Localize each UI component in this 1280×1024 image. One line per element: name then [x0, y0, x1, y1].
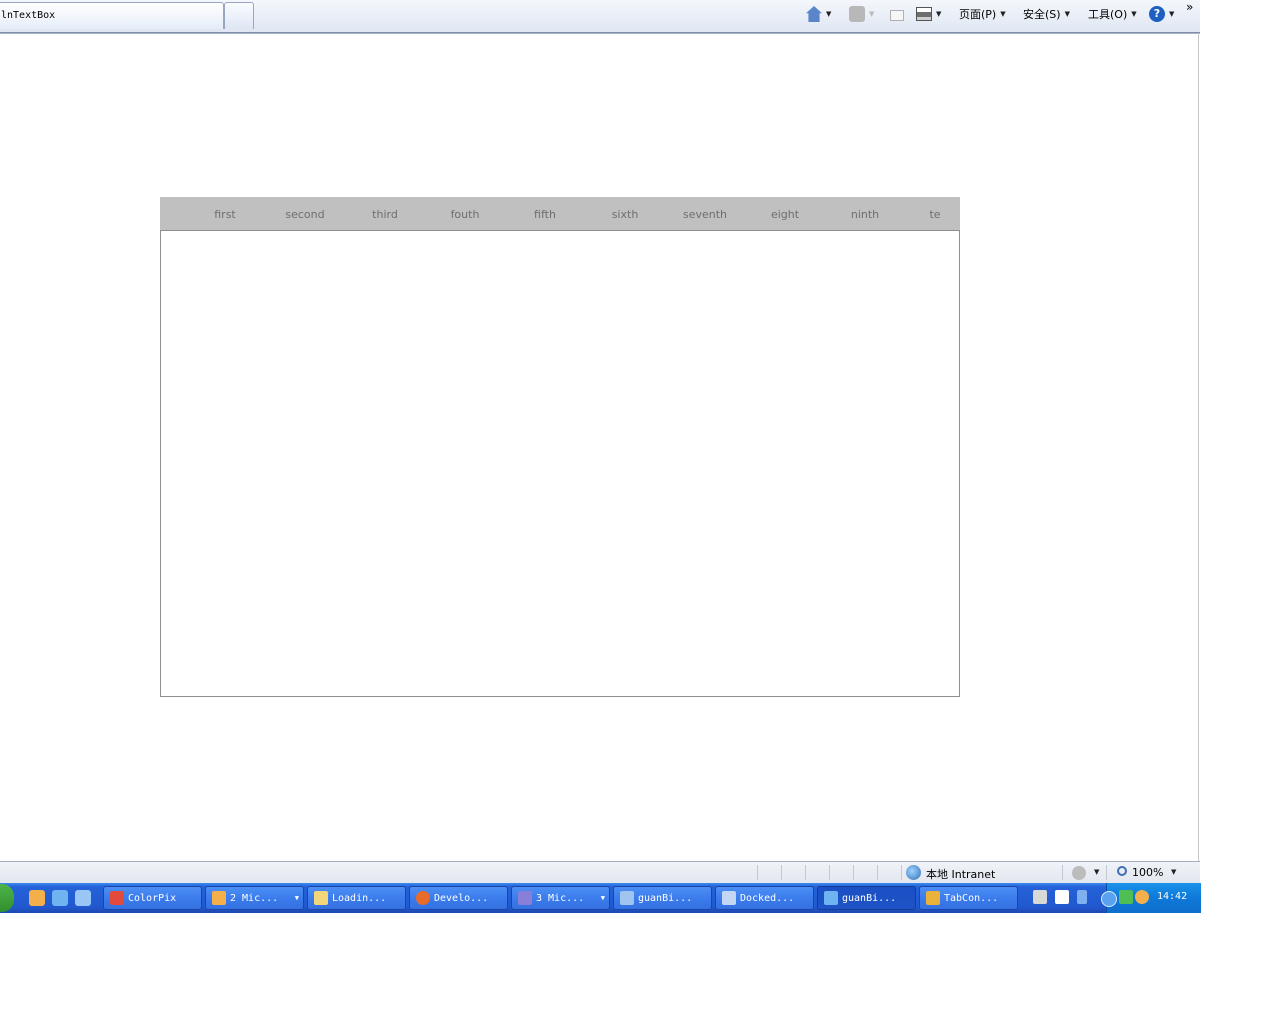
windows-taskbar: ColorPix 2 Mic... ▼ Loadin... Develo... … — [0, 883, 1201, 913]
status-divider — [877, 865, 878, 880]
chevron-left-icon[interactable] — [1101, 891, 1117, 907]
safety-menu[interactable]: 安全(S) ▼ — [1023, 5, 1070, 23]
intranet-zone-icon — [906, 865, 921, 880]
task-label: guanBi... — [638, 892, 693, 904]
protected-mode-icon[interactable] — [1072, 866, 1086, 880]
chevron-down-icon[interactable]: ▼ — [1094, 868, 1099, 876]
task-label: TabCon... — [944, 892, 999, 904]
internet-explorer-icon[interactable] — [52, 890, 68, 906]
status-divider — [829, 865, 830, 880]
firefox-icon — [416, 891, 430, 905]
messenger-icon[interactable] — [29, 890, 45, 906]
toolbar-divider — [0, 32, 1200, 33]
colorpix-icon — [110, 891, 124, 905]
tab-control: first second third fouth fifth sixth sev… — [160, 197, 960, 697]
task-label: Docked... — [740, 892, 795, 904]
tab-tenth-partial[interactable]: te — [895, 208, 960, 221]
status-divider — [805, 865, 806, 880]
page-scroll-edge — [1198, 33, 1199, 861]
chevron-down-icon: ▼ — [294, 894, 299, 902]
safety-menu-label: 安全(S) — [1023, 8, 1061, 21]
app-icon — [926, 891, 940, 905]
home-button[interactable]: ▼ — [806, 5, 831, 23]
status-divider — [1062, 865, 1063, 880]
chevron-down-icon: ▼ — [600, 894, 605, 902]
taskbar-item-develo[interactable]: Develo... — [409, 886, 508, 910]
zoom-level[interactable]: 100% — [1132, 866, 1163, 879]
browser-command-bar: lnTextBox ▼ ▼ ▼ 页面(P) ▼ 安全(S) ▼ 工具(O) ▼ ? ▼ … — [0, 0, 1200, 34]
status-divider — [1106, 865, 1107, 880]
keyboard-icon[interactable] — [1033, 890, 1047, 904]
task-label: 3 Mic... — [536, 892, 585, 904]
security-zone-label[interactable]: 本地 Intranet — [926, 866, 995, 882]
tab-content-panel — [160, 230, 960, 697]
zoom-icon — [1117, 866, 1127, 876]
tab-first[interactable]: first — [185, 208, 265, 221]
status-divider — [781, 865, 782, 880]
home-icon — [806, 6, 822, 22]
taskbar-item-colorpix[interactable]: ColorPix — [103, 886, 202, 910]
rss-feed-icon — [849, 6, 865, 22]
tab-fouth[interactable]: fouth — [425, 208, 505, 221]
tab-ninth[interactable]: ninth — [825, 208, 905, 221]
print-button[interactable]: ▼ — [916, 5, 941, 23]
tab-eight[interactable]: eight — [745, 208, 825, 221]
language-icon[interactable] — [1077, 890, 1087, 904]
task-label: guanBi... — [842, 892, 897, 904]
taskbar-item-tabcon[interactable]: TabCon... — [919, 886, 1018, 910]
taskbar-item-guanbi[interactable]: guanBi... — [613, 886, 712, 910]
messenger-icon — [212, 891, 226, 905]
network-icon[interactable] — [1119, 890, 1133, 904]
print-icon — [916, 7, 932, 21]
taskbar-item-docked[interactable]: Docked... — [715, 886, 814, 910]
taskbar-item-mic-group[interactable]: 2 Mic... ▼ — [205, 886, 304, 910]
status-divider — [853, 865, 854, 880]
start-button[interactable] — [0, 884, 14, 912]
taskbar-clock[interactable]: 14:42 — [1157, 891, 1187, 902]
taskbar-item-mic-group-2[interactable]: 3 Mic... ▼ — [511, 886, 610, 910]
folder-icon — [314, 891, 328, 905]
task-label: ColorPix — [128, 892, 177, 904]
page-menu[interactable]: 页面(P) ▼ — [959, 5, 1006, 23]
tab-third[interactable]: third — [345, 208, 425, 221]
chevron-more-icon[interactable]: » — [1186, 0, 1193, 14]
tools-menu[interactable]: 工具(O) ▼ — [1088, 5, 1137, 23]
tab-fifth[interactable]: fifth — [505, 208, 585, 221]
internet-explorer-icon — [824, 891, 838, 905]
messenger-icon[interactable] — [1135, 890, 1149, 904]
help-icon: ? — [1149, 6, 1165, 22]
task-label: Develo... — [434, 892, 489, 904]
show-desktop-icon[interactable] — [75, 890, 91, 906]
visual-studio-icon — [518, 891, 532, 905]
browser-tab-title: lnTextBox — [1, 10, 56, 21]
editor-icon — [620, 891, 634, 905]
browser-tab-current[interactable]: lnTextBox — [0, 2, 224, 29]
tab-strip: first second third fouth fifth sixth sev… — [160, 197, 960, 230]
taskbar-item-loading[interactable]: Loadin... — [307, 886, 406, 910]
tab-sixth[interactable]: sixth — [585, 208, 665, 221]
chevron-down-icon[interactable]: ▼ — [1171, 868, 1176, 876]
status-divider — [901, 865, 902, 880]
tab-seventh[interactable]: seventh — [665, 208, 745, 221]
app-icon — [722, 891, 736, 905]
browser-new-tab-button[interactable] — [224, 2, 254, 29]
browser-status-bar: 本地 Intranet ▼ 100% ▼ — [0, 861, 1200, 884]
page-menu-label: 页面(P) — [959, 8, 997, 21]
mail-button[interactable] — [890, 5, 904, 23]
status-divider — [757, 865, 758, 880]
tools-menu-label: 工具(O) — [1088, 8, 1128, 21]
mail-icon — [890, 10, 904, 21]
task-label: Loadin... — [332, 892, 387, 904]
taskbar-item-guanbi-active[interactable]: guanBi... — [817, 886, 916, 910]
help-menu[interactable]: ? ▼ — [1149, 5, 1174, 23]
help-icon[interactable] — [1055, 890, 1069, 904]
feeds-button[interactable]: ▼ — [849, 5, 874, 23]
tab-second[interactable]: second — [265, 208, 345, 221]
task-label: 2 Mic... — [230, 892, 279, 904]
